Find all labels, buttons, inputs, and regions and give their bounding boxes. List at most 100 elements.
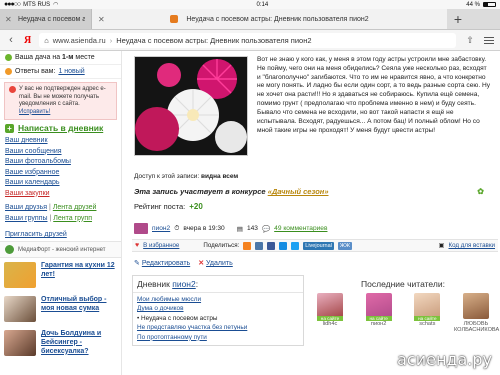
diary-owner-link[interactable]: пион2 [172,279,196,289]
ad-link[interactable]: Гарантия на кухни 12 лет! [41,262,117,280]
aster-flowers-photo[interactable] [134,56,248,156]
contest-banner: Эта запись участвует в конкурсе «Дачный … [134,187,484,196]
rank-prefix: Ваша дача на [15,54,63,61]
edit-row: ✎ Редактировать ✕ Удалить [134,259,233,267]
diary-entries-list: Мои любимые мюсли Дума о дочиков • Неуда… [133,293,303,345]
mediafort-banner[interactable]: МедиаФорт - женский интернет [0,241,121,258]
reader-name[interactable]: ЛЮБОВЬ КОЛБАСНИКОВА [454,321,499,333]
livejournal-button[interactable]: Livejournal [303,241,334,250]
write-diary-button[interactable]: + Написать в дневник [5,123,116,133]
ad-item[interactable]: Отличный выбор - моя новая сумка [0,292,121,326]
lock-icon: ⌂ [44,35,49,45]
site-favicon-icon [170,15,179,23]
rating-label: Рейтинг поста: [134,202,186,211]
browser-menu-icon[interactable] [484,36,494,44]
facebook-icon[interactable] [267,241,276,250]
ad-thumbnail [4,330,36,356]
sidebar-menu: Ваш дневник Ваши сообщения Ваши фотоальб… [0,135,121,229]
share-toolbar: ♥ В избранное Поделиться: Livejournal ЖЖ… [132,239,498,252]
embed-code-icon: ▣ [438,242,445,249]
reader-name[interactable]: lidh4c [323,321,338,327]
entry-meta: пион2 ⏱ вчера в 19:30 ▤ 143 💬 49 коммент… [134,223,384,234]
contest-link[interactable]: «Дачный сезон» [268,187,329,196]
back-arrow-icon[interactable]: ‹ [6,34,16,46]
comments-link[interactable]: 49 комментариев [274,225,327,232]
url-field[interactable]: ⌂ www.asienda.ru › Неудача с посевом аст… [39,32,456,48]
fix-email-link[interactable]: Исправить! [19,109,50,115]
new-tab-button[interactable]: + [447,9,469,29]
reader-avatar[interactable]: на сайте [414,293,441,321]
sidebar-item-friends[interactable]: Ваши друзья [5,204,47,211]
author-link[interactable]: пион2 [152,225,170,232]
address-bar: ‹ Я ⌂ www.asienda.ru › Неудача с посевом… [0,30,500,51]
sidebar-item-albums[interactable]: Ваши фотоальбомы [5,158,71,165]
diary-current-entry: • Неудача с посевом астры [137,314,218,322]
edit-link[interactable]: Редактировать [142,260,190,267]
reader-avatar[interactable]: на сайте [317,293,343,321]
author-avatar[interactable] [134,223,148,234]
diary-entry-link[interactable]: Дума о дочиков [137,305,184,312]
reader-name[interactable]: schats [419,321,435,327]
sidebar-item-friends-feed[interactable]: Лента друзей [53,204,97,211]
sidebar-item-purchases[interactable]: Ваши закупки [5,190,50,197]
battery-icon [482,2,496,7]
answers-link[interactable]: 1 новый [58,68,84,75]
diary-entry-link[interactable]: Не представляю участка без петуньи [137,324,247,331]
sidebar-item-groups-feed[interactable]: Лента групп [53,215,92,222]
sidebar-item-favorites[interactable]: Ваше избранное [5,169,59,176]
comments-icon: 💬 [261,225,271,233]
contest-badge-icon: ✿ [477,187,484,196]
rank-suffix: месте [73,54,95,61]
post-rating: Рейтинг поста: +20 [134,202,203,211]
rating-value: +20 [189,202,203,211]
diary-box-title: Дневник пион2: [133,276,303,293]
share-icon[interactable]: ⇧ [464,35,476,46]
sidebar-item-calendar[interactable]: Ваши календарь [5,179,60,186]
carrier-label: MTS RUS [23,1,51,8]
reader-item[interactable]: на сайте пион2 [357,293,401,333]
reader-item[interactable]: на сайте lidh4c [308,293,352,333]
browser-tab-bar: ✕ Неудача с посевом астры ✕ Неудача с по… [0,9,500,30]
ad-item[interactable]: Гарантия на кухни 12 лет! [0,258,121,292]
diary-entry-link[interactable]: По протоптанному пути [137,334,207,341]
url-separator: › [109,35,113,45]
reader-name[interactable]: пион2 [371,321,386,327]
access-value: видна всем [200,173,239,180]
yandex-logo-icon[interactable]: Я [24,35,31,46]
add-to-favorites-link[interactable]: В избранное [143,242,179,249]
embed-code-link[interactable]: Код для вставки [449,242,496,249]
diary-entry-link[interactable]: Мои любимые мюсли [137,296,201,303]
sidebar-item-messages[interactable]: Ваши сообщения [5,148,62,155]
twitter-icon[interactable] [291,241,300,250]
ad-link[interactable]: Дочь Болдуина и Бейсингер - бисексуалка? [41,330,117,356]
ad-thumbnail [4,296,36,322]
rank-value: 1-м [62,54,74,61]
access-info: Доступ к этой записи: видна всем [134,173,238,180]
email-warning: У вас не подтвержден адрес e-mail. Вы не… [4,82,117,120]
reader-avatar[interactable] [462,293,489,319]
share-label: Поделиться: [203,242,240,249]
mediafort-logo-icon [5,245,14,254]
reader-item[interactable]: на сайте schats [405,293,449,333]
sidebar-item-diary[interactable]: Ваш дневник [5,137,48,144]
delete-link[interactable]: Удалить [206,260,233,267]
invite-friends-link[interactable]: Пригласить друзей [5,231,67,238]
reader-avatar[interactable]: на сайте [365,293,392,321]
readers-list: на сайте lidh4c на сайте пион2 на сайте … [308,293,499,333]
vk-icon[interactable] [255,241,264,250]
ad-link[interactable]: Отличный выбор - моя новая сумка [41,296,117,314]
odnoklassniki-icon[interactable] [243,241,252,250]
ios-status-bar: ●●●○○ MTS RUS ◠ 0:14 44 % [0,0,500,9]
ad-thumbnail [4,262,36,288]
ad-item[interactable]: Дочь Болдуина и Бейсингер - бисексуалка? [0,326,121,360]
sidebar-item-groups[interactable]: Ваши группы [5,215,48,222]
close-tab-icon[interactable]: ✕ [98,15,105,24]
page-content: Ваша дача на 1-м месте Ответы вам: 1 нов… [0,51,500,375]
tab-active[interactable]: ✕ Неудача с посевом астры: Дневник польз… [92,9,447,29]
zhzh-button[interactable]: ЖЖ [337,241,353,250]
close-tab-icon[interactable]: ✕ [5,15,12,24]
tab-inactive[interactable]: ✕ Неудача с посевом астры [0,9,92,29]
answers-block: Ответы вам: 1 новый [0,65,121,79]
reader-item[interactable]: ЛЮБОВЬ КОЛБАСНИКОВА [454,293,499,333]
mailru-icon[interactable] [279,241,288,250]
